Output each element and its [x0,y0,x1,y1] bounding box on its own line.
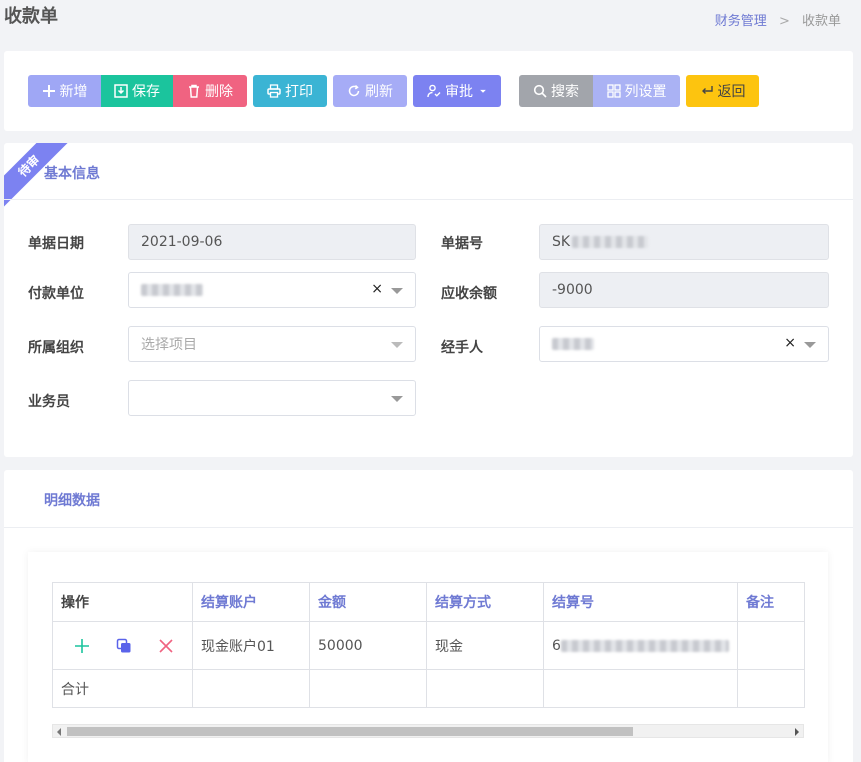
cell-number-value: 6 [552,637,561,654]
payer-select[interactable]: × [128,272,416,308]
refresh-button[interactable]: 刷新 [333,75,407,107]
chevron-down-icon [391,342,403,348]
basic-info-card: 待审 基本信息 单据日期 2021-09-06 单据号 SK 付款单位 × 应收… [4,143,853,457]
sales-label: 业务员 [28,394,70,410]
chevron-down-icon [391,288,403,294]
handler-label: 经手人 [441,340,483,356]
redacted-text [560,639,729,652]
back-button[interactable]: 返回 [686,75,759,107]
horizontal-scrollbar[interactable] [52,724,804,738]
total-cell [309,669,427,708]
row-actions [52,621,193,670]
scroll-right-arrow-icon[interactable] [795,728,799,736]
grid-icon [606,84,621,98]
column-header-number[interactable]: 结算号 [543,582,738,622]
refresh-button-label: 刷新 [365,84,393,100]
org-placeholder: 选择项目 [141,337,197,353]
back-button-label: 返回 [717,84,746,100]
total-label: 合计 [52,669,193,708]
print-button[interactable]: 打印 [253,75,327,107]
chevron-down-icon [391,396,403,402]
payer-label: 付款单位 [28,286,84,302]
print-button-label: 打印 [285,84,313,100]
number-value: SK [552,234,571,250]
cell-account[interactable]: 现金账户01 [192,621,310,670]
plus-icon [42,85,55,97]
detail-table-panel: 操作 结算账户 金额 结算方式 结算号 备注 现金账户01 50000 现金 6… [28,552,828,762]
delete-button[interactable]: 删除 [173,75,247,107]
column-header-method[interactable]: 结算方式 [426,582,544,622]
detail-title: 明细数据 [44,493,100,509]
handler-select[interactable]: × [539,326,829,362]
copy-row-icon[interactable] [115,637,133,655]
toolbar: 新增 保存 删除 打印 刷新 审批 搜索 列设置 返回 [4,51,853,131]
column-header-account[interactable]: 结算账户 [192,582,310,622]
total-cell [192,669,310,708]
org-select[interactable]: 选择项目 [128,326,416,362]
chevron-down-icon [804,342,816,348]
table-header-row: 操作 结算账户 金额 结算方式 结算号 备注 [52,582,805,622]
search-icon [533,84,547,98]
user-check-icon [427,84,441,98]
date-value: 2021-09-06 [141,234,223,250]
balance-value: -9000 [552,282,593,298]
total-cell [543,669,738,708]
search-button[interactable]: 搜索 [519,75,593,107]
balance-label: 应收余额 [441,286,497,302]
printer-icon [267,84,281,98]
redacted-text [572,236,649,248]
column-settings-label: 列设置 [624,84,667,100]
cell-note[interactable] [737,621,805,670]
search-button-label: 搜索 [551,84,579,100]
balance-field[interactable]: -9000 [539,272,829,308]
section-divider [4,527,853,528]
approve-dropdown-button[interactable]: 审批 [413,75,501,107]
breadcrumb: 财务管理 > 收款单 [715,10,841,29]
refresh-icon [348,84,360,97]
redacted-text [552,338,594,350]
cell-amount[interactable]: 50000 [309,621,427,670]
trash-icon [189,84,199,98]
total-cell [426,669,544,708]
table-row: 现金账户01 50000 现金 6 [52,621,805,670]
detail-card: 明细数据 操作 结算账户 金额 结算方式 结算号 备注 现金账户01 50000… [4,470,853,762]
column-header-note[interactable]: 备注 [737,582,805,622]
save-icon [114,84,128,98]
org-label: 所属组织 [28,340,84,356]
number-label: 单据号 [441,236,483,252]
section-divider [4,199,853,200]
redacted-text [141,284,203,296]
save-button-label: 保存 [132,84,160,100]
cell-method[interactable]: 现金 [426,621,544,670]
scrollbar-thumb[interactable] [67,727,633,736]
scroll-left-arrow-icon[interactable] [57,728,61,736]
total-cell [737,669,805,708]
page-title: 收款单 [4,6,58,27]
add-row-icon[interactable] [73,637,91,655]
return-icon [701,86,713,94]
caret-down-icon [480,89,486,93]
delete-button-label: 删除 [205,84,233,100]
column-header-amount[interactable]: 金额 [309,582,427,622]
cell-number[interactable]: 6 [543,621,738,670]
clear-icon[interactable]: × [784,335,796,351]
save-button[interactable]: 保存 [101,75,173,107]
clear-icon[interactable]: × [371,281,383,297]
breadcrumb-current: 收款单 [801,14,841,29]
delete-row-icon[interactable] [157,637,175,655]
number-field[interactable]: SK [539,224,829,260]
breadcrumb-parent[interactable]: 财务管理 [715,14,767,29]
detail-table: 操作 结算账户 金额 结算方式 结算号 备注 现金账户01 50000 现金 6… [52,582,805,708]
breadcrumb-separator: > [778,14,790,29]
add-button-label: 新增 [59,84,88,100]
sales-select[interactable] [128,380,416,416]
date-label: 单据日期 [28,236,84,252]
add-button[interactable]: 新增 [28,75,101,107]
total-row: 合计 [52,669,805,708]
column-header-actions: 操作 [52,582,193,622]
column-settings-button[interactable]: 列设置 [593,75,680,107]
date-field[interactable]: 2021-09-06 [128,224,416,260]
basic-info-title: 基本信息 [44,166,100,182]
approve-button-label: 审批 [445,84,473,100]
